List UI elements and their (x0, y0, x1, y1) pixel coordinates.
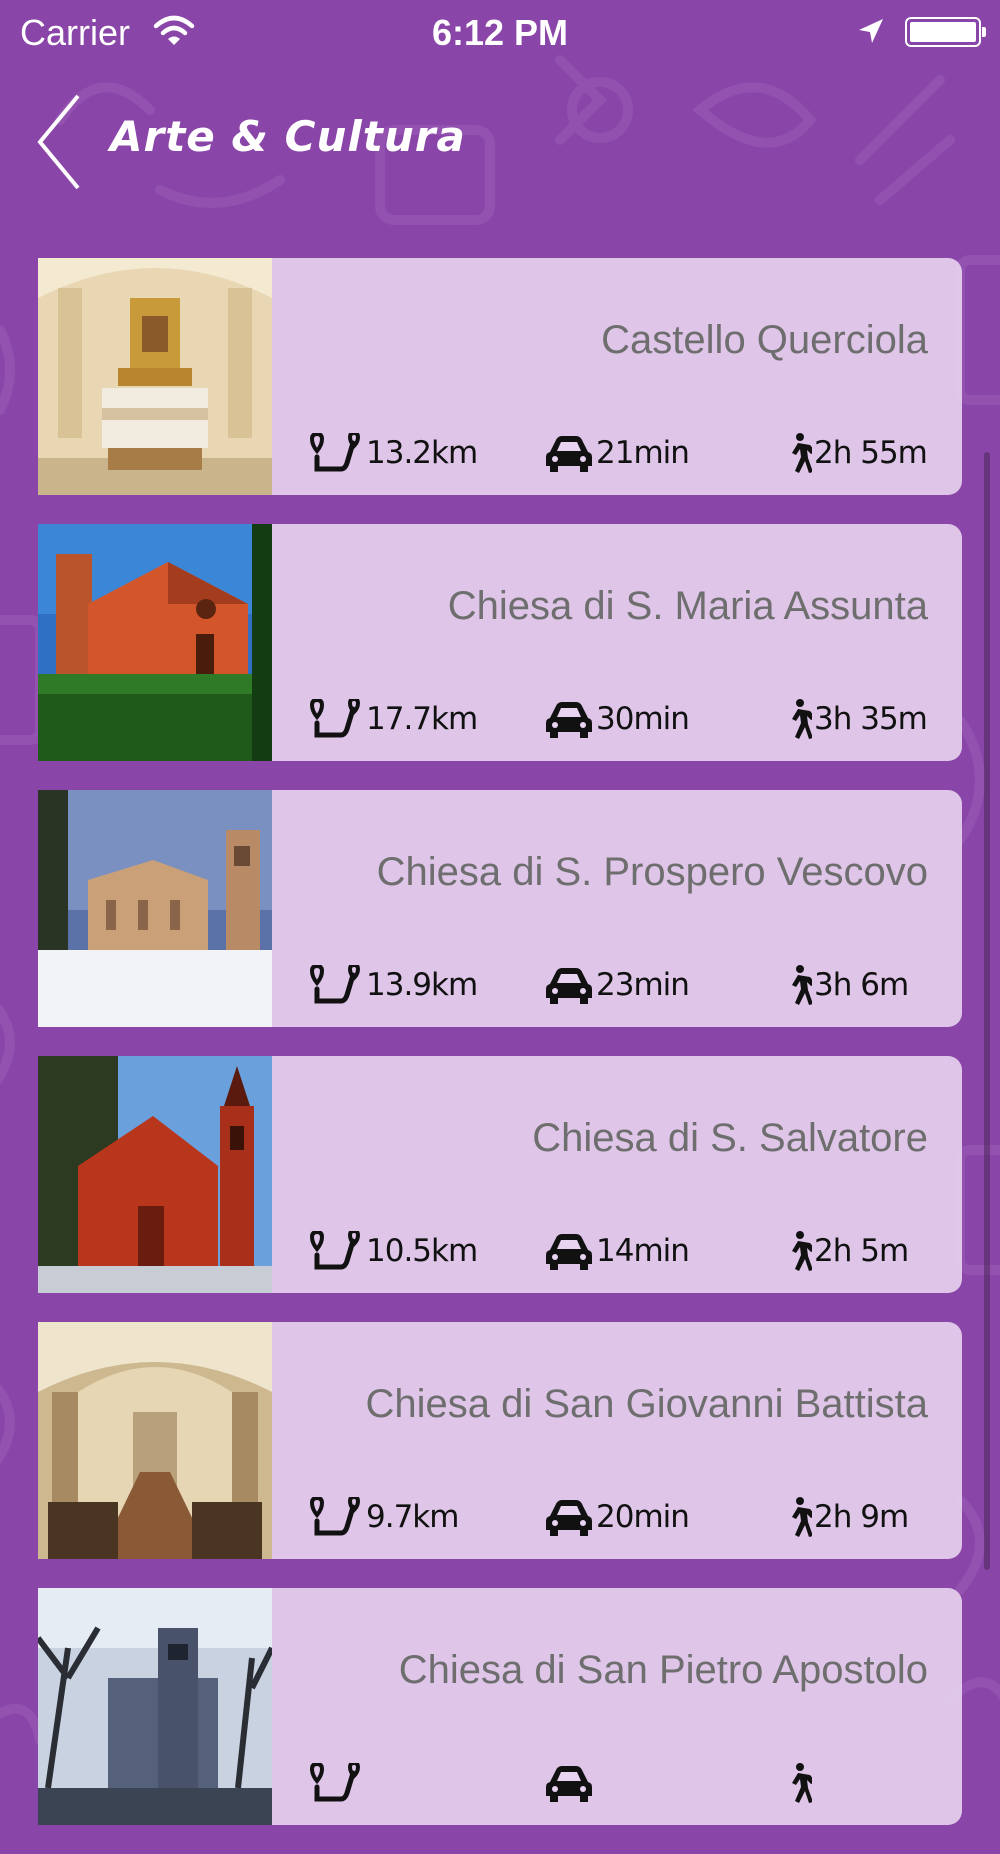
place-thumbnail (38, 1056, 272, 1293)
walking-icon (784, 1231, 812, 1271)
travel-metrics: 13.9km 23min 3h 6m (272, 962, 962, 1008)
walking-icon (784, 1763, 812, 1803)
scrollbar[interactable] (984, 452, 990, 1570)
place-title: Chiesa di San Giovanni Battista (365, 1382, 928, 1426)
drive-time-value: 21min (596, 435, 690, 471)
distance: 13.9km (306, 962, 478, 1008)
travel-metrics: 17.7km 30min 3h 35m (272, 696, 962, 742)
list-item[interactable]: Chiesa di S. Prospero Vescovo 13.9km 23m… (38, 790, 962, 1027)
walk-time: 3h 6m (784, 962, 909, 1008)
drive-time-value: 14min (596, 1233, 690, 1269)
distance-value: 13.2km (366, 435, 478, 471)
walking-icon (784, 1497, 812, 1537)
walk-time-value: 3h 35m (814, 701, 928, 737)
place-title: Chiesa di S. Salvatore (532, 1116, 928, 1160)
route-icon (306, 965, 364, 1005)
list-item[interactable]: Castello Querciola 13.2km 21min 2h 55m (38, 258, 962, 495)
drive-time: 20min (544, 1494, 690, 1540)
drive-time (544, 1760, 596, 1806)
drive-time-value: 20min (596, 1499, 690, 1535)
car-icon (544, 966, 594, 1004)
place-thumbnail (38, 1588, 272, 1825)
place-thumbnail (38, 1322, 272, 1559)
car-icon (544, 434, 594, 472)
drive-time: 14min (544, 1228, 690, 1274)
walk-time-value: 2h 55m (814, 435, 928, 471)
places-list[interactable]: Castello Querciola 13.2km 21min 2h 55m C… (38, 258, 962, 1854)
car-icon (544, 700, 594, 738)
distance-value: 9.7km (366, 1499, 459, 1535)
distance-value: 10.5km (366, 1233, 478, 1269)
place-thumbnail (38, 790, 272, 1027)
car-icon (544, 1498, 594, 1536)
place-thumbnail (38, 258, 272, 495)
distance-value: 17.7km (366, 701, 478, 737)
list-item[interactable]: Chiesa di San Pietro Apostolo (38, 1588, 962, 1825)
page-title: Arte & Cultura (110, 112, 466, 161)
walk-time-value: 2h 5m (814, 1233, 909, 1269)
travel-metrics: 9.7km 20min 2h 9m (272, 1494, 962, 1540)
route-icon (306, 699, 364, 739)
place-title: Chiesa di San Pietro Apostolo (398, 1648, 928, 1692)
list-item[interactable]: Chiesa di S. Maria Assunta 17.7km 30min … (38, 524, 962, 761)
battery-icon (905, 17, 986, 47)
distance: 13.2km (306, 430, 478, 476)
place-title: Castello Querciola (601, 318, 928, 362)
walk-time: 3h 35m (784, 696, 928, 742)
place-title: Chiesa di S. Prospero Vescovo (376, 850, 928, 894)
drive-time-value: 23min (596, 967, 690, 1003)
walking-icon (784, 965, 812, 1005)
route-icon (306, 1763, 364, 1803)
walk-time-value: 3h 6m (814, 967, 909, 1003)
route-icon (306, 1231, 364, 1271)
list-item[interactable]: Chiesa di S. Salvatore 10.5km 14min 2h 5… (38, 1056, 962, 1293)
location-arrow-icon (859, 19, 883, 43)
walk-time (784, 1760, 814, 1806)
car-icon (544, 1764, 594, 1802)
chevron-left-icon[interactable] (34, 92, 84, 192)
distance (306, 1760, 366, 1806)
distance: 9.7km (306, 1494, 459, 1540)
route-icon (306, 1497, 364, 1537)
clock-time: 6:12 PM (431, 12, 569, 53)
drive-time-value: 30min (596, 701, 690, 737)
travel-metrics: 10.5km 14min 2h 5m (272, 1228, 962, 1274)
drive-time: 23min (544, 962, 690, 1008)
route-icon (306, 433, 364, 473)
distance-value: 13.9km (366, 967, 478, 1003)
walking-icon (784, 699, 812, 739)
walking-icon (784, 433, 812, 473)
distance: 17.7km (306, 696, 478, 742)
walk-time: 2h 55m (784, 430, 928, 476)
travel-metrics: 13.2km 21min 2h 55m (272, 430, 962, 476)
car-icon (544, 1232, 594, 1270)
list-item[interactable]: Chiesa di San Giovanni Battista 9.7km 20… (38, 1322, 962, 1559)
drive-time: 30min (544, 696, 690, 742)
walk-time: 2h 5m (784, 1228, 909, 1274)
place-thumbnail (38, 524, 272, 761)
status-bar: Carrier 6:12 PM (0, 0, 1000, 68)
place-title: Chiesa di S. Maria Assunta (447, 584, 928, 628)
walk-time-value: 2h 9m (814, 1499, 909, 1535)
travel-metrics (272, 1760, 962, 1806)
drive-time: 21min (544, 430, 690, 476)
distance: 10.5km (306, 1228, 478, 1274)
walk-time: 2h 9m (784, 1494, 909, 1540)
